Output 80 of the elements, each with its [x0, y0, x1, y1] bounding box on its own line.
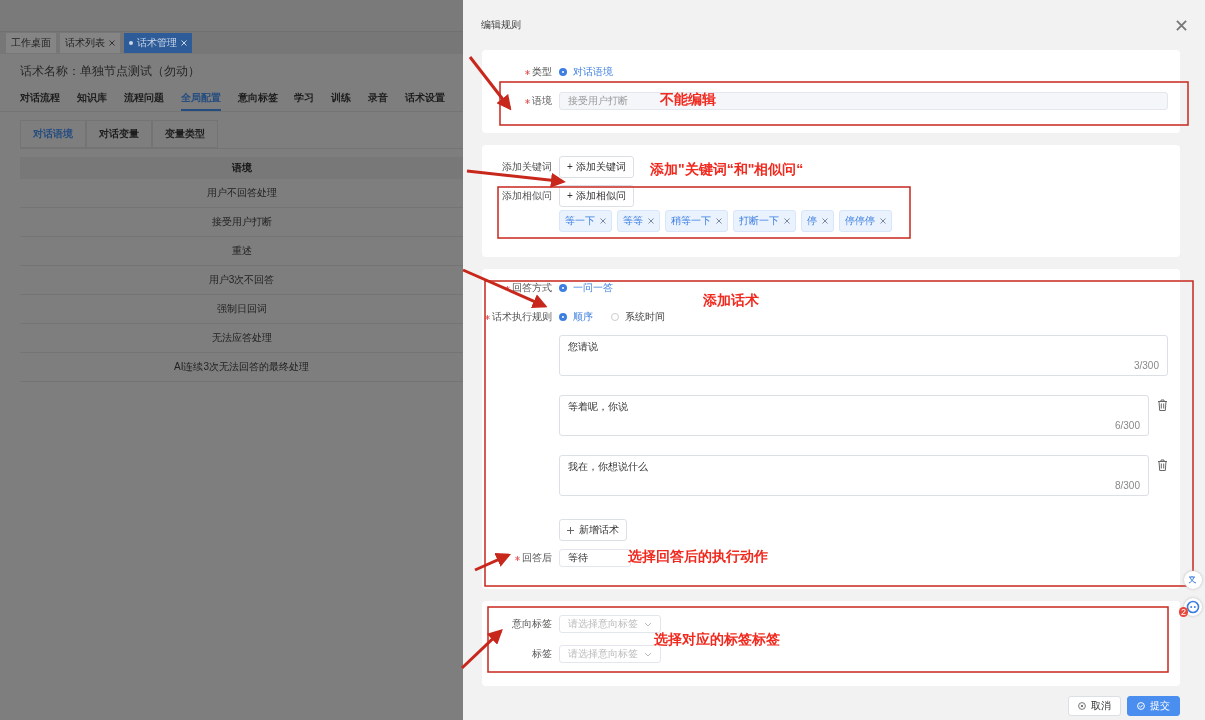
required-asterisk-icon	[515, 555, 520, 561]
tag[interactable]: 停停停	[839, 210, 892, 232]
field-label: 回答方式	[512, 281, 552, 295]
tag[interactable]: 停	[801, 210, 834, 232]
annotation-arrow	[474, 553, 512, 572]
add-button[interactable]: + 添加相似问	[559, 185, 634, 207]
radio-option[interactable]: 对话语境	[559, 65, 613, 79]
table-cell: 强制日回词	[216, 302, 267, 316]
table-cell: 接受用户打断	[211, 215, 272, 229]
tag[interactable]: 等等	[617, 210, 660, 232]
tag[interactable]: 打断一下	[733, 210, 796, 232]
annotation-note: 添加"关键词“和"相似问“	[650, 161, 804, 179]
table-cell: 用户不回答处理	[206, 186, 277, 200]
field-label: 添加关键词	[502, 160, 552, 174]
tag[interactable]: 稍等一下	[665, 210, 728, 232]
tag[interactable]: 等一下	[559, 210, 612, 232]
close-icon[interactable]	[880, 218, 886, 224]
annotation-note: 添加话术	[703, 292, 759, 310]
field-label: 回答后	[522, 551, 552, 565]
table-cell: 重述	[231, 244, 252, 258]
nav-tab[interactable]: 对话流程	[20, 86, 60, 111]
required-asterisk-icon	[505, 285, 510, 291]
check-circle-icon	[1137, 702, 1145, 710]
script-text-area[interactable]: 您请说 3/300	[559, 335, 1168, 376]
nav-tab[interactable]: 全局配置	[180, 86, 221, 111]
field-label: 标签	[532, 647, 552, 661]
close-icon[interactable]	[600, 218, 606, 224]
trash-icon[interactable]	[1157, 459, 1168, 471]
sub-tab[interactable]: 对话语境	[20, 120, 86, 148]
close-icon[interactable]	[109, 40, 115, 46]
close-icon[interactable]	[784, 218, 790, 224]
page-tab[interactable]: 话术列表	[60, 33, 120, 53]
notification-badge: 2	[1179, 607, 1188, 617]
script-title: 话术名称：单独节点测试（勿动）	[19, 63, 201, 80]
radio-option[interactable]: 顺序	[559, 310, 593, 324]
radio-option[interactable]: 系统时间	[611, 310, 665, 324]
sub-tab[interactable]: 变量类型	[152, 120, 218, 148]
close-icon[interactable]	[648, 218, 654, 224]
chevron-down-icon	[644, 651, 652, 657]
add-script-button[interactable]: 新增话术	[559, 519, 627, 541]
table-cell: 无法应答处理	[211, 331, 272, 345]
field-label: 话术执行规则	[492, 310, 552, 324]
drawer-title: 编辑规则	[481, 18, 521, 32]
submit-button[interactable]: 提交	[1127, 696, 1180, 716]
nav-tab[interactable]: 话术设置	[405, 86, 445, 111]
annotation-note: 选择回答后的执行动作	[628, 548, 768, 566]
cancel-button[interactable]: 取消	[1068, 696, 1121, 716]
field-label: 添加相似问	[502, 189, 552, 203]
nav-tab[interactable]: 知识库	[76, 86, 107, 111]
chevron-down-icon	[644, 621, 652, 627]
required-asterisk-icon	[525, 98, 530, 104]
sub-tab[interactable]: 对话变量	[86, 120, 152, 148]
table-cell: AI连续3次无法回答的最终处理	[174, 360, 309, 374]
field-label: 类型	[532, 65, 552, 79]
field-label: 语境	[532, 94, 552, 108]
column-header: 语境	[231, 161, 252, 175]
script-text-area[interactable]: 等着呢，你说 6/300	[559, 395, 1149, 436]
nav-tab[interactable]: 训练	[331, 86, 352, 111]
required-asterisk-icon	[525, 69, 530, 75]
close-icon[interactable]	[1176, 19, 1187, 31]
page-tab[interactable]: 工作桌面	[6, 33, 56, 53]
nav-tab[interactable]: 意向标签	[237, 86, 278, 111]
required-asterisk-icon	[485, 314, 490, 320]
radio-option[interactable]: 一问一答	[559, 281, 613, 295]
trash-icon[interactable]	[1157, 399, 1168, 411]
page-tab[interactable]: 话术管理	[124, 33, 192, 53]
close-circle-icon	[1078, 702, 1086, 710]
plus-icon	[567, 526, 574, 534]
nav-tab[interactable]: 学习	[294, 86, 315, 111]
annotation-arrow	[460, 628, 503, 670]
annotation-arrow	[468, 56, 512, 111]
field-label: 意向标签	[512, 617, 552, 631]
annotation-note: 不能编辑	[660, 91, 716, 109]
nav-tab[interactable]: 录音	[368, 86, 389, 111]
table-cell: 用户3次不回答	[208, 273, 275, 287]
script-text-area[interactable]: 我在，你想说什么 8/300	[559, 455, 1149, 496]
add-button[interactable]: + 添加关键词	[559, 156, 634, 178]
close-icon[interactable]	[822, 218, 828, 224]
nav-tab[interactable]: 流程问题	[123, 86, 164, 111]
close-icon[interactable]	[716, 218, 722, 224]
